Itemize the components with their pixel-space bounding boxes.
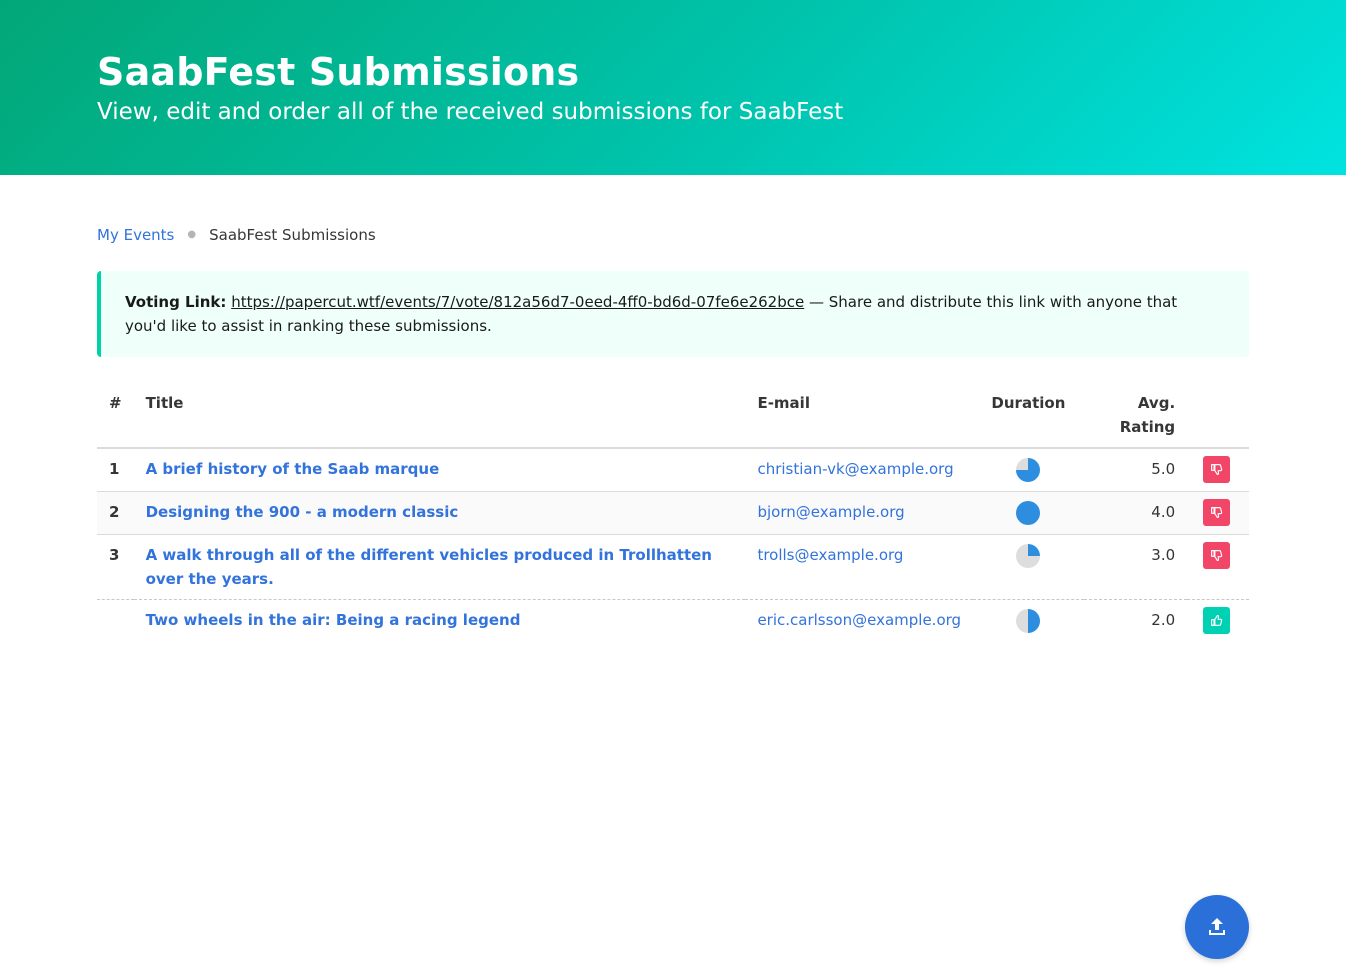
submission-title-link[interactable]: A brief history of the Saab marque	[146, 460, 440, 478]
duration-pie-icon	[1016, 543, 1041, 568]
voting-link-url[interactable]: https://papercut.wtf/events/7/vote/812a5…	[231, 293, 804, 311]
submission-email-link[interactable]: bjorn@example.org	[757, 503, 904, 521]
table-row: Two wheels in the air: Being a racing le…	[97, 600, 1249, 643]
avg-rating: 5.0	[1083, 448, 1188, 492]
submission-title-link[interactable]: A walk through all of the different vehi…	[146, 546, 712, 588]
header-duration: Duration	[973, 383, 1084, 449]
submission-email-link[interactable]: trolls@example.org	[757, 546, 903, 564]
thumbs-down-icon[interactable]	[1203, 499, 1231, 526]
voting-link-notice: Voting Link: https://papercut.wtf/events…	[97, 271, 1249, 357]
table-header-row: # Title E-mail Duration Avg. Rating	[97, 383, 1249, 449]
voting-link-label: Voting Link:	[125, 293, 227, 311]
submission-email-link[interactable]: eric.carlsson@example.org	[757, 611, 961, 629]
submission-email-link[interactable]: christian-vk@example.org	[757, 460, 953, 478]
header-email: E-mail	[745, 383, 974, 449]
upload-button[interactable]	[1185, 895, 1249, 959]
thumbs-down-icon[interactable]	[1203, 456, 1231, 483]
duration-pie-icon	[1016, 608, 1041, 633]
upload-icon	[1209, 918, 1225, 935]
breadcrumb: My Events ● SaabFest Submissions	[97, 223, 1249, 247]
submission-title-link[interactable]: Designing the 900 - a modern classic	[146, 503, 459, 521]
header-number: #	[97, 383, 134, 449]
breadcrumb-separator: ●	[187, 229, 197, 240]
row-number: 1	[97, 448, 134, 492]
header-title: Title	[133, 383, 746, 449]
thumbs-down-icon[interactable]	[1203, 542, 1231, 569]
page-subtitle: View, edit and order all of the received…	[97, 99, 844, 125]
submissions-table: # Title E-mail Duration Avg. Rating 1 A …	[97, 383, 1249, 642]
avg-rating: 2.0	[1151, 611, 1176, 629]
table-row: 1 A brief history of the Saab marque chr…	[97, 448, 1249, 492]
avg-rating: 3.0	[1083, 534, 1188, 600]
header-actions	[1187, 383, 1249, 449]
duration-pie-icon	[1016, 457, 1041, 482]
duration-pie-icon	[1016, 500, 1041, 525]
page-hero: SaabFest Submissions View, edit and orde…	[0, 0, 1346, 175]
page-title: SaabFest Submissions	[97, 50, 580, 94]
table-row: 2 Designing the 900 - a modern classic b…	[97, 491, 1249, 535]
submission-title-link[interactable]: Two wheels in the air: Being a racing le…	[146, 611, 521, 629]
row-number: 2	[97, 491, 134, 535]
avg-rating: 4.0	[1083, 491, 1188, 535]
row-number: 3	[97, 534, 134, 600]
table-row: 3 A walk through all of the different ve…	[97, 534, 1249, 600]
breadcrumb-my-events[interactable]: My Events	[97, 223, 174, 247]
row-number	[97, 600, 134, 643]
thumbs-up-icon[interactable]	[1203, 607, 1231, 634]
breadcrumb-current: SaabFest Submissions	[209, 226, 376, 244]
header-avg-rating: Avg. Rating	[1083, 383, 1188, 449]
main-content: My Events ● SaabFest Submissions Voting …	[97, 175, 1249, 642]
